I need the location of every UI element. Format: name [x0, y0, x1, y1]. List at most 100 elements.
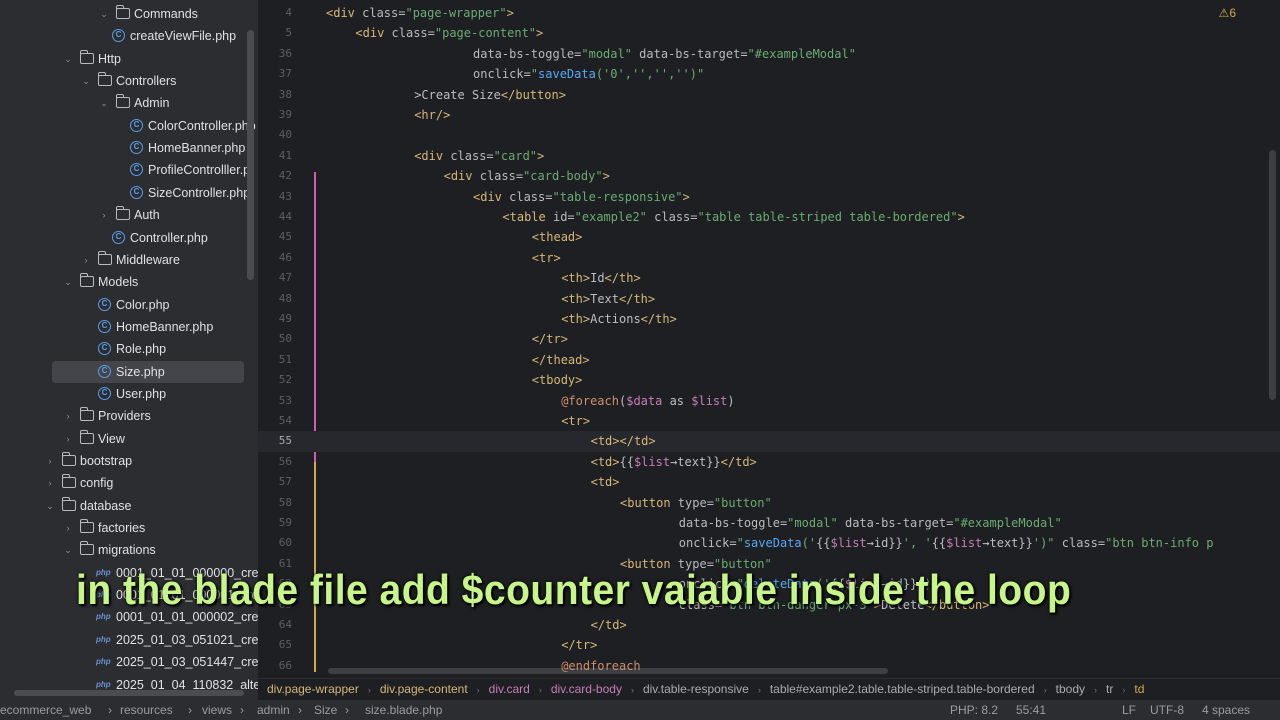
chevron-down-icon[interactable]: ⌄ — [44, 495, 56, 517]
code-line[interactable]: 43 <div class="table-responsive"> — [258, 187, 1280, 207]
cursor-position[interactable]: 55:41 — [1016, 700, 1046, 720]
chevron-down-icon[interactable]: ⌄ — [62, 539, 74, 561]
tree-item[interactable]: C ColorController.php — [0, 115, 258, 137]
chevron-right-icon[interactable]: › — [98, 204, 110, 226]
tree-item[interactable]: › config — [0, 472, 258, 494]
code-line[interactable]: 36 data-bs-toggle="modal" data-bs-target=… — [258, 44, 1280, 64]
breadcrumb-item[interactable]: tr — [1106, 679, 1113, 699]
status-path-sep: › — [108, 703, 112, 717]
tree-item[interactable]: C Role.php — [0, 338, 258, 360]
code-line[interactable]: 65 </tr> — [258, 635, 1280, 655]
code-line[interactable]: 53 @foreach($data as $list) — [258, 391, 1280, 411]
code-line[interactable]: 58 <button type="button" — [258, 493, 1280, 513]
tree-item[interactable]: C Color.php — [0, 294, 258, 316]
code-line[interactable]: 46 <tr> — [258, 248, 1280, 268]
tree-item[interactable]: C User.php — [0, 383, 258, 405]
code-line[interactable]: 52 <tbody> — [258, 370, 1280, 390]
code-line[interactable]: 5 <div class="page-content"> — [258, 23, 1280, 43]
tree-item[interactable]: › factories — [0, 517, 258, 539]
file-encoding[interactable]: UTF-8 — [1150, 700, 1184, 720]
indent-setting[interactable]: 4 spaces — [1202, 700, 1250, 720]
code-line[interactable]: 59 data-bs-toggle="modal" data-bs-target=… — [258, 513, 1280, 533]
code-line[interactable]: 54 <tr> — [258, 411, 1280, 431]
code-text: </thead> — [531, 352, 590, 367]
breadcrumb-item[interactable]: div.card-body — [551, 679, 622, 699]
code-line[interactable]: 41 <div class="card"> — [258, 146, 1280, 166]
tree-item[interactable]: ⌄ Admin — [0, 92, 258, 114]
chevron-down-icon[interactable]: ⌄ — [62, 48, 74, 70]
code-line[interactable]: 44 <table id="example2" class="table tabl… — [258, 207, 1280, 227]
breadcrumb-item[interactable]: div.table-responsive — [643, 679, 749, 699]
breadcrumb-item[interactable]: td — [1134, 679, 1144, 699]
project-tree-hscrollbar[interactable] — [14, 690, 244, 696]
status-path-1[interactable]: resources — [120, 700, 173, 720]
tree-item[interactable]: C HomeBanner.php — [0, 137, 258, 159]
chevron-right-icon[interactable]: › — [62, 405, 74, 427]
breadcrumb-item[interactable]: table#example2.table.table-striped.table… — [770, 679, 1035, 699]
chevron-down-icon[interactable]: ⌄ — [80, 70, 92, 92]
code-line[interactable]: 38 >Create Size</button> — [258, 85, 1280, 105]
code-line[interactable]: 49 <th>Actions</th> — [258, 309, 1280, 329]
chevron-right-icon[interactable]: › — [62, 517, 74, 539]
line-number: 42 — [278, 169, 292, 183]
status-path-2[interactable]: views — [202, 700, 232, 720]
code-line[interactable]: 47 <th>Id</th> — [258, 268, 1280, 288]
status-path-0[interactable]: ecommerce_web — [0, 700, 91, 720]
code-line[interactable]: 39 <hr/> — [258, 105, 1280, 125]
tree-item[interactable]: C HomeBanner.php — [0, 316, 258, 338]
tree-item[interactable]: C SizeController.php — [0, 182, 258, 204]
php-version[interactable]: PHP: 8.2 — [950, 700, 998, 720]
code-line[interactable]: 56 <td>{{$list→text}}</td> — [258, 452, 1280, 472]
tree-item[interactable]: C Controller.php — [0, 227, 258, 249]
status-path-3[interactable]: admin — [257, 700, 290, 720]
tree-item[interactable]: php 2025_01_03_051021_crea — [0, 629, 258, 651]
code-text: <th>Actions</th> — [561, 312, 677, 326]
code-line[interactable]: 51 </thead> — [258, 350, 1280, 370]
line-number: 60 — [278, 536, 292, 550]
status-path-5[interactable]: size.blade.php — [365, 700, 442, 720]
code-line[interactable]: 55 <td></td> — [258, 431, 1280, 452]
code-line[interactable]: 50 </tr> — [258, 329, 1280, 349]
chevron-down-icon[interactable]: ⌄ — [62, 271, 74, 293]
tree-item[interactable]: C ProfileControlller.p — [0, 159, 258, 181]
chevron-right-icon[interactable]: › — [44, 472, 56, 494]
tree-item[interactable]: php 2025_01_03_051447_cre — [0, 651, 258, 673]
line-number: 38 — [278, 87, 292, 101]
code-line[interactable]: 37 onclick="saveData('0','','','')" — [258, 64, 1280, 84]
code-line[interactable]: 42 <div class="card-body"> — [258, 166, 1280, 186]
code-line[interactable]: 57 <td> — [258, 472, 1280, 492]
breadcrumb-item[interactable]: div.card — [489, 679, 530, 699]
code-line[interactable]: 66 @endforeach — [258, 656, 1280, 676]
chevron-right-icon[interactable]: › — [62, 428, 74, 450]
code-line[interactable]: 45 <thead> — [258, 227, 1280, 247]
tree-item[interactable]: ⌄ migrations — [0, 539, 258, 561]
status-path-4[interactable]: Size — [314, 700, 337, 720]
chevron-down-icon[interactable]: ⌄ — [98, 92, 110, 114]
tree-item[interactable]: ⌄ Models — [0, 271, 258, 293]
code-line[interactable]: 40 — [258, 125, 1280, 145]
breadcrumb-separator: › — [1122, 685, 1126, 695]
project-tree-scrollbar[interactable] — [247, 30, 254, 280]
tree-item[interactable]: ⌄ database — [0, 495, 258, 517]
tree-item[interactable]: ⌄ Commands — [0, 3, 258, 25]
chevron-right-icon[interactable]: › — [80, 249, 92, 271]
tree-item[interactable]: › Middleware — [0, 249, 258, 271]
code-line[interactable]: 60 onclick="saveData('{{$list→id}}', '{{$… — [258, 533, 1280, 553]
tree-item[interactable]: › Auth — [0, 204, 258, 226]
chevron-right-icon[interactable]: › — [44, 450, 56, 472]
breadcrumb-item[interactable]: tbody — [1056, 679, 1085, 699]
tree-item[interactable]: ⌄ Http — [0, 48, 258, 70]
tree-item[interactable]: › Providers — [0, 405, 258, 427]
breadcrumb-item[interactable]: div.page-wrapper — [267, 679, 359, 699]
tree-item[interactable]: › View — [0, 428, 258, 450]
chevron-down-icon[interactable]: ⌄ — [98, 3, 110, 25]
code-line[interactable]: 4 <div class="page-wrapper"> — [258, 3, 1280, 23]
tree-item[interactable]: C Size.php — [52, 360, 244, 383]
breadcrumb-item[interactable]: div.page-content — [380, 679, 468, 699]
line-separator[interactable]: LF — [1122, 700, 1136, 720]
tree-item[interactable]: ⌄ Controllers — [0, 70, 258, 92]
code-line[interactable]: 64 </td> — [258, 615, 1280, 635]
code-line[interactable]: 48 <th>Text</th> — [258, 289, 1280, 309]
tree-item[interactable]: CcreateViewFile.php — [0, 25, 258, 47]
tree-item[interactable]: › bootstrap — [0, 450, 258, 472]
